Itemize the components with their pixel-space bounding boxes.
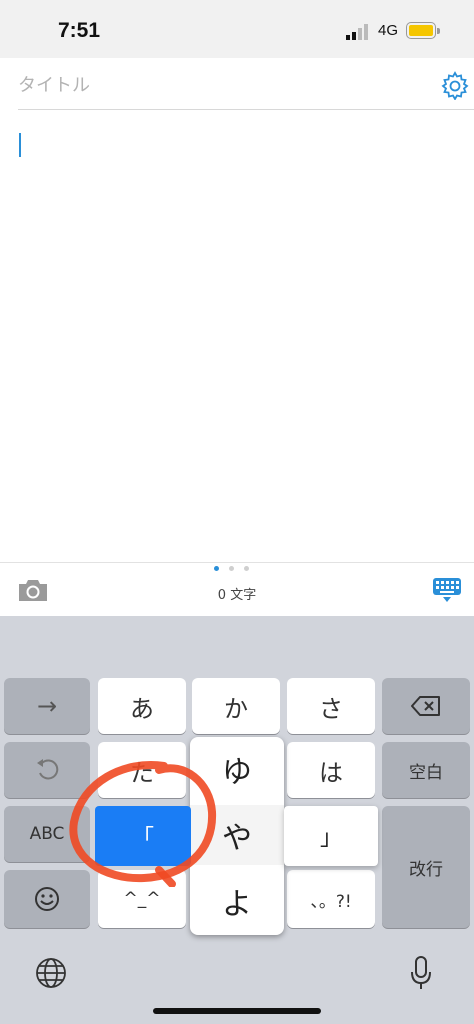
- flick-option-yo-label: よ: [222, 887, 252, 922]
- emoji-icon: [35, 887, 59, 911]
- globe-icon[interactable]: [34, 956, 68, 990]
- gear-icon[interactable]: [440, 70, 470, 100]
- keyboard-icon[interactable]: [432, 577, 462, 603]
- key-ha-label: は: [319, 758, 343, 787]
- body-editor[interactable]: [0, 112, 474, 562]
- page-dot-active: [214, 566, 219, 571]
- title-divider: [18, 109, 474, 110]
- key-sa[interactable]: さ: [287, 678, 375, 734]
- key-punctuation-label: 、。?!: [310, 891, 352, 912]
- key-ka-label: か: [224, 694, 248, 723]
- next-key-label: →: [36, 692, 58, 720]
- network-label: 4G: [378, 22, 399, 39]
- space-key-label: 空白: [409, 762, 443, 783]
- abc-key-label: ABC: [29, 824, 65, 844]
- undo-icon: [37, 759, 59, 780]
- return-key[interactable]: 改行: [382, 806, 470, 928]
- title-input[interactable]: [18, 70, 418, 100]
- key-sa-label: さ: [319, 694, 343, 723]
- char-count: 0 文字: [217, 588, 257, 603]
- microphone-icon[interactable]: [408, 955, 434, 991]
- flick-option-yu-label: ゆ: [222, 755, 252, 790]
- home-indicator[interactable]: [153, 1008, 321, 1014]
- flick-option-right-bracket[interactable]: 」: [284, 806, 378, 866]
- next-key[interactable]: →: [4, 678, 90, 734]
- key-a[interactable]: あ: [98, 678, 186, 734]
- delete-icon: [411, 696, 440, 716]
- key-a-label: あ: [130, 694, 154, 723]
- annotation-circle: [69, 761, 217, 887]
- space-key[interactable]: 空白: [382, 742, 470, 798]
- key-punctuation[interactable]: 、。?!: [287, 870, 375, 928]
- key-ka[interactable]: か: [192, 678, 280, 734]
- delete-key[interactable]: [382, 678, 470, 734]
- key-kaomoji-label: ^_^: [123, 889, 161, 909]
- battery-icon: [406, 22, 436, 39]
- flick-option-right-bracket-label: 」: [319, 826, 342, 851]
- signal-strength-icon: [346, 24, 368, 40]
- page-dot: [244, 566, 249, 571]
- flick-option-ya-label: や: [222, 821, 252, 856]
- page-dot: [229, 566, 234, 571]
- return-key-label: 改行: [409, 859, 443, 880]
- status-time: 7:51: [58, 19, 101, 42]
- key-ha[interactable]: は: [287, 742, 375, 798]
- text-cursor: [19, 133, 21, 157]
- battery-tip: [437, 28, 440, 34]
